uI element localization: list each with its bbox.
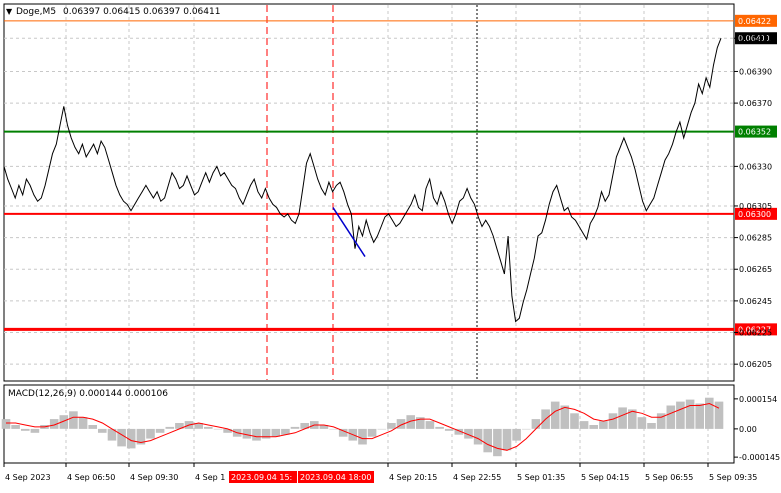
macd-bar [483,428,492,453]
x-tick-label: 5 Sep 09:35 [709,473,757,482]
macd-bar [146,428,155,439]
macd-bar [69,411,78,429]
macd-bar [444,428,454,431]
macd-bar [579,421,589,429]
macd-bar [204,426,213,429]
chart-ohlc: 0.06397 0.06415 0.06397 0.06411 [63,7,220,17]
y-tick-label: 0.06245 [739,297,772,306]
macd-bar [358,428,367,445]
highlight-time-labels: 2023.09.04 15: 2023.09.04 18:00 [229,471,374,483]
highlight-time-label: 2023.09.04 15: [231,473,292,482]
macd-bar [599,421,608,429]
macd-bar [165,426,175,429]
chart-symbol: Doge,M5 [16,7,56,17]
macd-bar [223,428,232,433]
macd-bar [30,428,40,433]
level-label: 0.06422 [738,17,771,26]
macd-bar [78,417,88,429]
collapse-icon[interactable]: ▼ [6,7,13,16]
macd-bar [589,425,598,429]
macd-bar [512,428,521,441]
macd-bar [88,425,97,429]
price-axis: 0.06411 0.06390 0.06370 0.06330 0.06305 0.062… [734,34,772,369]
macd-bar [522,428,531,430]
macd-bar [493,428,502,457]
macd-bar [618,407,627,429]
x-tick-label: 4 Sep 09:30 [130,473,178,482]
macd-bar [377,428,387,430]
y-tick-label: 0.06305 [739,202,772,211]
x-tick-label: 4 Sep 2023 [5,473,51,482]
x-tick-label: 4 Sep 20:15 [389,473,437,482]
macd-bar [676,401,685,429]
highlight-time-label: 2023.09.04 18:00 [300,473,371,482]
chart-window: 0.06422 0.06352 0.06300 0.06227 0.06411 0.06… [0,0,781,489]
macd-y-tick-label: -0.000145 [739,453,780,462]
macd-bar [685,399,695,429]
macd-bar [435,426,444,429]
macd-y-tick-label: 0.00 [739,425,757,434]
macd-bar [666,405,676,429]
level-label: 0.06300 [738,210,771,219]
macd-bar [367,428,377,437]
y-tick-label: 0.06265 [739,265,772,274]
macd-bar [531,419,541,429]
price-panel-frame [3,3,735,382]
time-axis: 4 Sep 2023 4 Sep 06:50 4 Sep 09:30 4 Sep 1 4… [3,463,757,482]
macd-bar [98,428,107,433]
macd-bar [21,428,30,431]
x-tick-label: 5 Sep 06:55 [645,473,693,482]
macd-bar [425,421,435,429]
macd-bar [271,428,281,437]
y-tick-label: 0.06205 [739,360,772,369]
macd-bar [1,419,11,429]
macd-bar [714,401,724,429]
y-tick-label: 0.06225 [739,329,772,338]
x-tick-label: 4 Sep 06:50 [67,473,115,482]
chart-svg: 0.064220.063520.063000.062270.06411 0.06… [1,3,780,483]
macd-bar [252,428,261,441]
macd-bar [329,428,338,430]
macd-bar [290,426,300,429]
macd-axis: 0.000154 0.00 -0.000145 [734,395,780,462]
macd-bar [705,397,714,429]
y-tick-label: 0.06330 [739,162,772,171]
macd-bar [550,401,560,429]
x-tick-label: 4 Sep 22:55 [453,473,501,482]
macd-bar [570,413,579,429]
macd-bar [637,417,647,429]
macd-bar [155,428,165,433]
x-tick-label: 4 Sep 1 [195,473,225,482]
macd-bar [647,423,656,429]
macd-bar [117,428,126,447]
macd-bar [608,413,618,429]
x-tick-label: 5 Sep 01:35 [517,473,565,482]
macd-bar [11,425,20,429]
macd-title: MACD(12,26,9) 0.000144 0.000106 [8,389,168,399]
y-tick-label: 0.06370 [739,99,772,108]
macd-bar [213,428,223,430]
macd-bar [695,403,704,429]
y-tick-label: 0.06285 [739,234,772,243]
y-tick-label: 0.06411 [739,34,772,43]
x-tick-label: 5 Sep 04:15 [581,473,629,482]
y-tick-label: 0.06390 [739,67,772,76]
macd-bar [387,423,396,429]
macd-bar [502,428,512,451]
macd-y-tick-label: 0.000154 [739,395,777,404]
level-label: 0.06352 [738,128,771,137]
macd-bar [473,428,483,445]
